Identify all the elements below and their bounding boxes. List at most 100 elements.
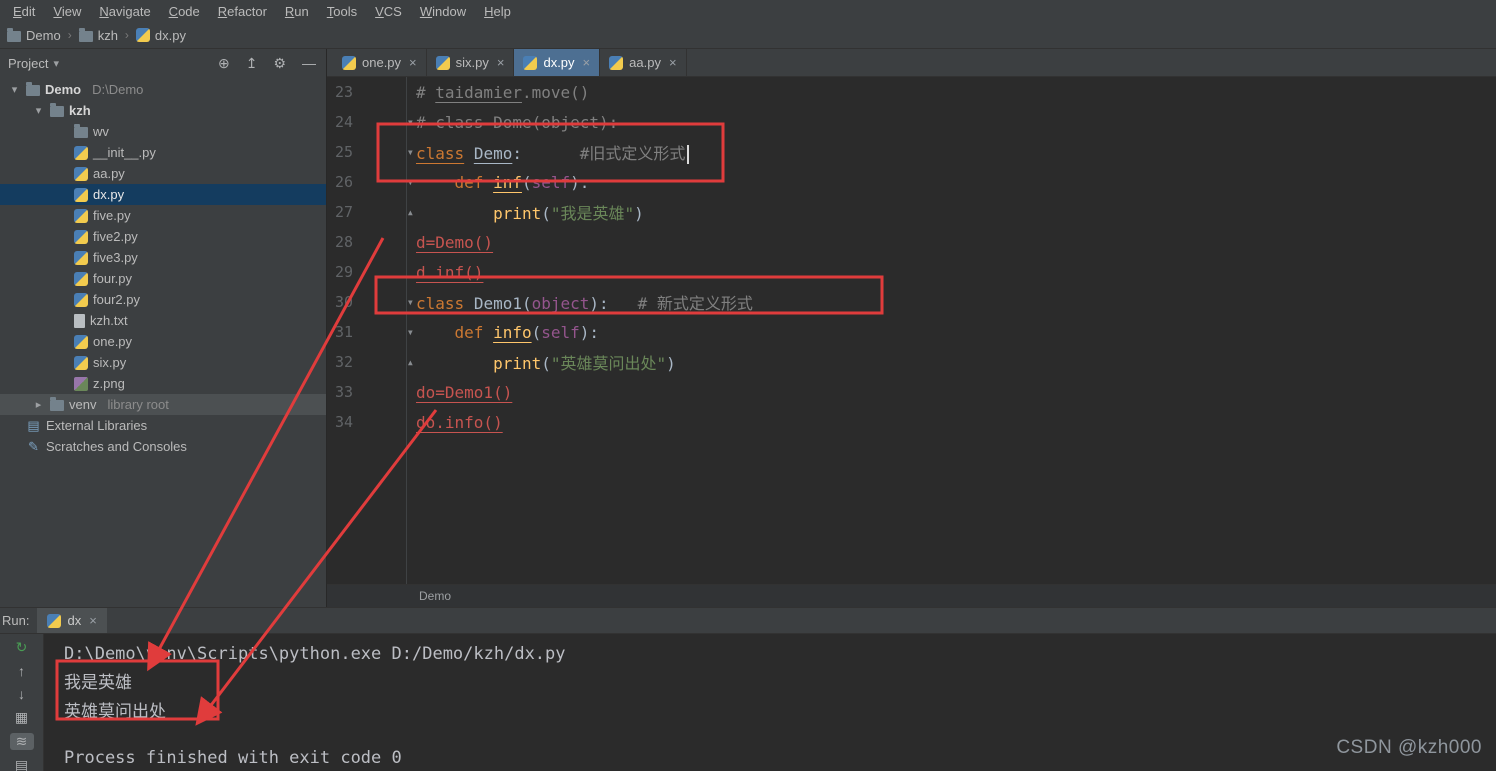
tree-item-label: five3.py <box>93 250 138 265</box>
fold-up-icon[interactable]: ▴ <box>406 356 414 368</box>
text-cursor <box>687 145 690 164</box>
tree-item-four2-py[interactable]: four2.py <box>0 289 326 310</box>
tree-item-five2-py[interactable]: five2.py <box>0 226 326 247</box>
code-segment: do=Demo1() <box>416 382 513 402</box>
tree-item-scratches-and-consoles[interactable]: ✎ Scratches and Consoles <box>0 436 326 457</box>
code-line-25: 25 ▾ class Demo: #旧式定义形式 <box>327 137 1496 167</box>
tree-item-six-py[interactable]: six.py <box>0 352 326 373</box>
code-line-23: 23 # taidamier.move() <box>327 77 1496 107</box>
scroll-up-icon[interactable]: ↑ <box>10 663 34 679</box>
folder-icon <box>74 124 88 138</box>
close-icon[interactable]: × <box>669 55 677 70</box>
rerun-icon[interactable]: ↻ <box>10 639 34 656</box>
tree-item-z-png[interactable]: z.png <box>0 373 326 394</box>
fold-down-icon[interactable]: ▾ <box>406 116 414 128</box>
tree-item-five3-py[interactable]: five3.py <box>0 247 326 268</box>
locate-icon[interactable]: ⊕ <box>218 55 230 72</box>
breadcrumb-item-kzh[interactable]: kzh <box>74 27 123 43</box>
code-segment: Demo1 <box>473 294 522 313</box>
folder-icon <box>26 82 40 96</box>
fold-down-icon[interactable]: ▾ <box>406 326 414 338</box>
run-tab-dx[interactable]: dx × <box>37 608 107 633</box>
settings-icon[interactable]: ⚙ <box>273 55 286 72</box>
menu-item-tools[interactable]: Tools <box>318 4 366 19</box>
tree-expanded-icon[interactable]: ▾ <box>8 83 21 96</box>
editor-breadcrumb[interactable]: Demo <box>327 584 1496 607</box>
close-icon[interactable]: × <box>89 613 97 628</box>
tree-item-aa-py[interactable]: aa.py <box>0 163 326 184</box>
menu-item-edit[interactable]: Edit <box>4 4 44 19</box>
menu-item-code[interactable]: Code <box>160 4 209 19</box>
tree-item-label: four.py <box>93 271 133 286</box>
chevron-down-icon[interactable]: ▾ <box>53 57 59 70</box>
menu-item-help[interactable]: Help <box>475 4 520 19</box>
tab-one.py[interactable]: one.py × <box>333 49 427 76</box>
tab-aa.py[interactable]: aa.py × <box>600 49 687 76</box>
menu-item-refactor[interactable]: Refactor <box>209 4 276 19</box>
code-segment: def <box>454 172 494 192</box>
line-number: 26 <box>334 173 353 191</box>
fold-down-icon[interactable]: ▾ <box>406 146 414 158</box>
fold-up-icon[interactable]: ▴ <box>406 206 414 218</box>
tree-item-kzh[interactable]: ▾ kzh <box>0 100 326 121</box>
tree-item-venv[interactable]: ▸ venv library root <box>0 394 326 415</box>
folder-icon <box>50 103 64 117</box>
menu-item-vcs[interactable]: VCS <box>366 4 411 19</box>
tree-item-demo[interactable]: ▾ Demo D:\Demo <box>0 79 326 100</box>
tab-dx.py[interactable]: dx.py × <box>514 49 601 76</box>
text-icon <box>74 313 85 328</box>
line-number: 28 <box>334 233 353 251</box>
close-icon[interactable]: × <box>409 55 417 70</box>
tab-six.py[interactable]: six.py × <box>426 49 515 76</box>
menu-item-window[interactable]: Window <box>411 4 475 19</box>
code-text: do.info() <box>405 413 503 432</box>
close-icon[interactable]: × <box>497 55 505 70</box>
tree-item-__init__-py[interactable]: __init__.py <box>0 142 326 163</box>
run-body: ↻ ↑ ↓ ▦ ≋ ▤ D:\Demo\venv\Scripts\python.exe D… <box>0 634 1496 771</box>
close-icon[interactable]: × <box>583 55 591 70</box>
scroll-down-icon[interactable]: ↓ <box>10 686 34 702</box>
line-number: 30 <box>334 293 353 311</box>
tree-collapsed-icon[interactable]: ▸ <box>32 398 45 411</box>
line-number: 33 <box>334 383 353 401</box>
code-area[interactable]: 23 # taidamier.move() 24 ▾ # class Dome(obje… <box>327 77 1496 584</box>
tree-item-sub: D:\Demo <box>92 82 144 97</box>
menu-item-view[interactable]: View <box>44 4 90 19</box>
tree-item-kzh-txt[interactable]: kzh.txt <box>0 310 326 331</box>
tree-item-label: External Libraries <box>46 418 148 433</box>
menu-item-navigate[interactable]: Navigate <box>90 4 159 19</box>
project-panel-toolbar: ⊕ ↥ ⚙ — <box>218 55 316 72</box>
code-line-32: 32 ▴ print("英雄莫问出处") <box>327 347 1496 377</box>
tree-item-dx-py[interactable]: dx.py <box>0 184 326 205</box>
code-segment: ( <box>521 294 532 313</box>
console-output[interactable]: D:\Demo\venv\Scripts\python.exe D:/Demo/… <box>44 634 1496 771</box>
project-panel-title[interactable]: Project <box>8 56 48 71</box>
tree-item-five-py[interactable]: five.py <box>0 205 326 226</box>
hide-icon[interactable]: — <box>302 55 316 72</box>
tree-expanded-icon[interactable]: ▾ <box>32 104 45 117</box>
main-area: Project ▾ ⊕ ↥ ⚙ — ▾ Demo D:\Demo ▾ kzh wv __init_… <box>0 49 1496 607</box>
breadcrumb-item-dx.py[interactable]: dx.py <box>131 28 191 43</box>
tree-item-external-libraries[interactable]: ▤ External Libraries <box>0 415 326 436</box>
tree-item-four-py[interactable]: four.py <box>0 268 326 289</box>
fold-down-icon[interactable]: ▾ <box>406 176 414 188</box>
print-icon[interactable]: ▤ <box>10 757 34 771</box>
python-file-icon <box>47 613 62 628</box>
fold-marker-slot <box>353 227 405 257</box>
menu-item-run[interactable]: Run <box>276 4 318 19</box>
restore-layout-icon[interactable]: ▦ <box>10 709 34 726</box>
collapse-all-icon[interactable]: ↥ <box>246 55 258 72</box>
tree-item-one-py[interactable]: one.py <box>0 331 326 352</box>
tree-item-wv[interactable]: wv <box>0 121 326 142</box>
soft-wrap-icon[interactable]: ≋ <box>9 733 34 750</box>
fold-down-icon[interactable]: ▾ <box>406 296 414 308</box>
line-number: 32 <box>334 353 353 371</box>
python-icon <box>74 292 88 307</box>
folder-icon <box>78 27 93 42</box>
tree-item-label: venv <box>69 397 97 412</box>
tree-item-label: five2.py <box>93 229 138 244</box>
code-segment: self <box>531 172 571 192</box>
breadcrumb-item-Demo[interactable]: Demo <box>2 27 66 43</box>
